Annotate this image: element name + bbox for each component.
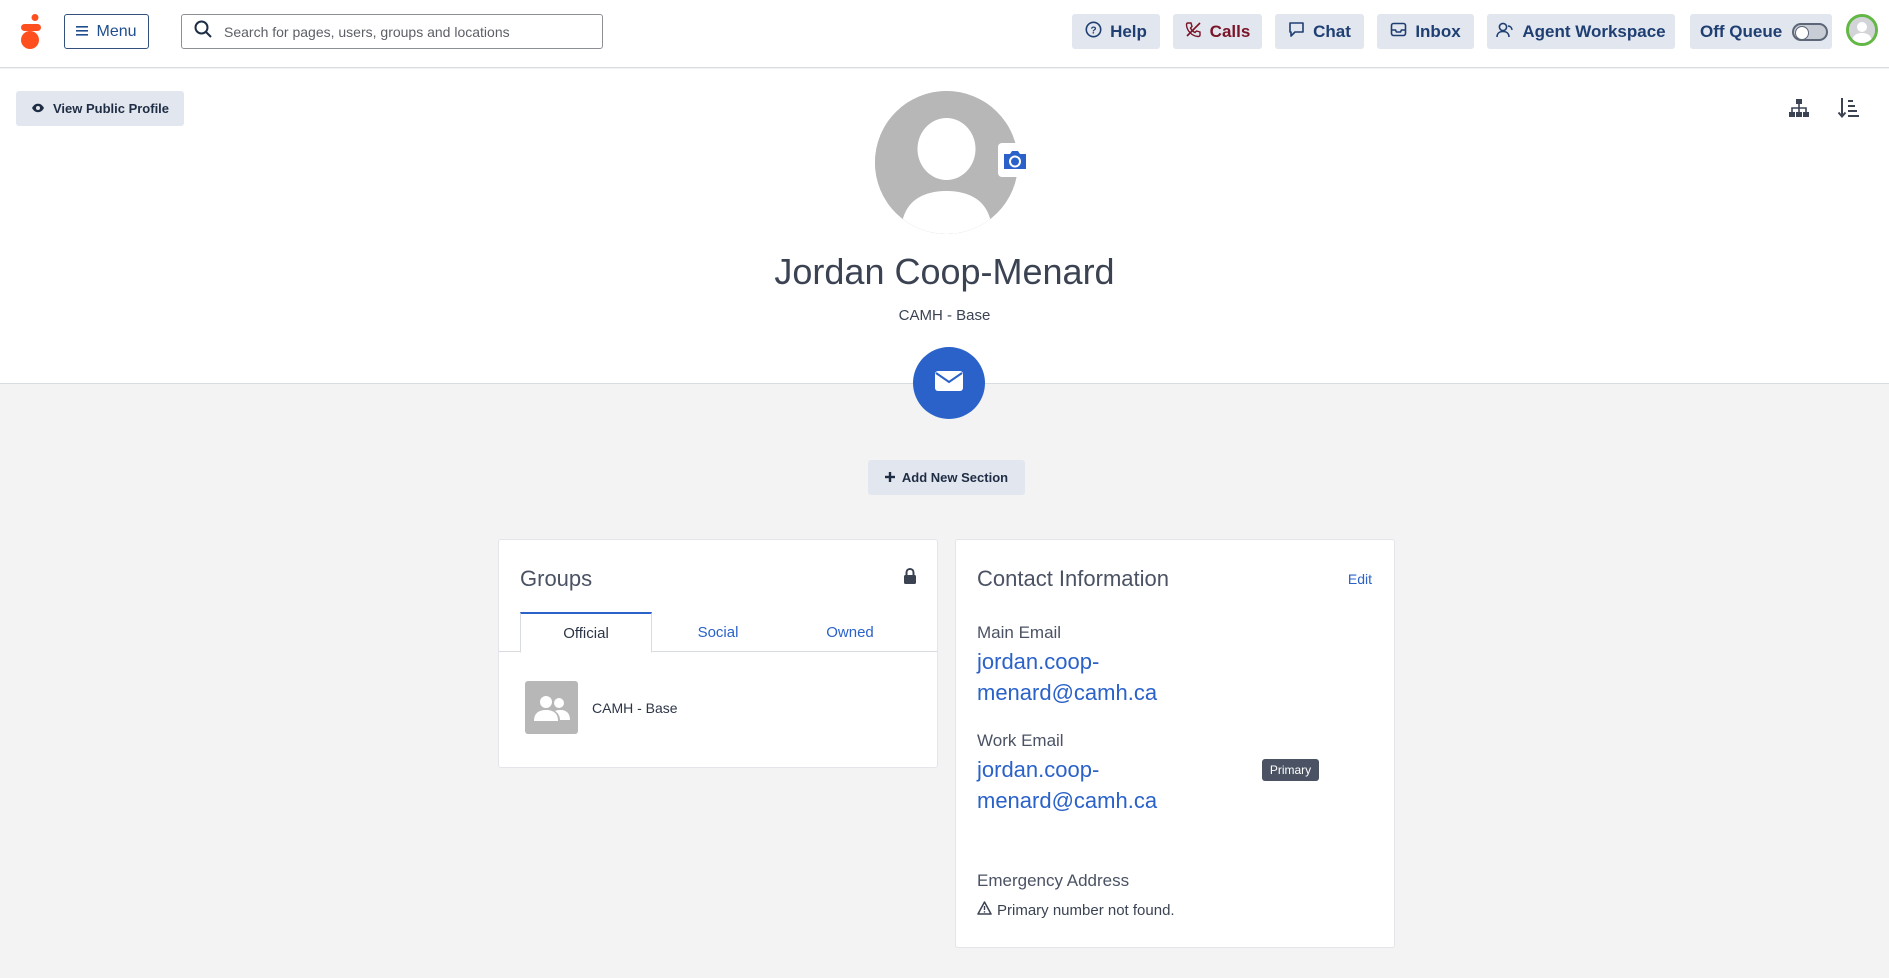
- genesys-logo-icon[interactable]: [19, 13, 43, 49]
- chat-label: Chat: [1313, 21, 1351, 41]
- search-box[interactable]: [181, 14, 603, 49]
- plus-icon: [884, 470, 895, 485]
- profile-subtitle: CAMH - Base: [898, 307, 991, 324]
- queue-toggle[interactable]: Off Queue: [1690, 14, 1832, 49]
- contact-title: Contact Information: [977, 566, 1169, 591]
- help-label: Help: [1110, 21, 1147, 41]
- top-bar: Menu ? Help Calls Chat Inbox Age: [0, 0, 1889, 68]
- list-item[interactable]: CAMH - Base: [525, 681, 678, 734]
- warning-text: Primary number not found.: [997, 901, 1175, 919]
- svg-text:?: ?: [1091, 25, 1097, 36]
- edit-link[interactable]: Edit: [1348, 571, 1372, 587]
- camera-icon[interactable]: [998, 143, 1032, 177]
- groups-title: Groups: [520, 566, 593, 591]
- emergency-warning: Primary number not found.: [977, 901, 1175, 919]
- work-email-label: Work Email: [977, 731, 1064, 750]
- inbox-label: Inbox: [1415, 21, 1461, 41]
- phone-slash-icon: [1185, 21, 1202, 43]
- work-email-link[interactable]: jordan.coop-menard@camh.ca: [977, 754, 1187, 816]
- tab-label: Owned: [826, 624, 874, 641]
- groups-tabs: Official Social Owned: [499, 612, 937, 653]
- search-icon: [194, 20, 212, 43]
- hamburger-icon: [76, 23, 89, 41]
- group-name: CAMH - Base: [592, 699, 678, 716]
- tab-owned[interactable]: Owned: [784, 612, 916, 653]
- eye-icon: [31, 101, 45, 116]
- tab-social[interactable]: Social: [652, 612, 784, 653]
- org-chart-icon[interactable]: [1784, 93, 1814, 123]
- chat-button[interactable]: Chat: [1275, 14, 1364, 49]
- email-button[interactable]: [913, 347, 985, 419]
- chat-bubble-icon: [1288, 21, 1305, 43]
- view-public-label: View Public Profile: [52, 101, 170, 116]
- tab-label: Social: [697, 624, 739, 641]
- tab-official[interactable]: Official: [520, 612, 652, 653]
- menu-label: Menu: [96, 22, 137, 40]
- group-users-icon: [525, 681, 578, 734]
- help-button[interactable]: ? Help: [1072, 14, 1160, 49]
- warning-triangle-icon: [977, 901, 992, 919]
- primary-badge: Primary: [1262, 759, 1319, 781]
- view-public-profile-button[interactable]: View Public Profile: [16, 91, 184, 126]
- queue-switch[interactable]: [1792, 22, 1829, 41]
- calls-button[interactable]: Calls: [1173, 14, 1262, 49]
- profile-header: View Public Profile Jordan Coop-Menard C…: [0, 69, 1889, 384]
- menu-button[interactable]: Menu: [64, 14, 149, 49]
- add-section-label: Add New Section: [901, 470, 1009, 485]
- calls-label: Calls: [1209, 21, 1251, 41]
- lock-icon: [903, 567, 917, 589]
- search-input[interactable]: [224, 23, 584, 40]
- contact-information-card: Contact Information Edit Main Email jord…: [955, 539, 1395, 948]
- tab-label: Official: [563, 624, 609, 642]
- profile-name: Jordan Coop-Menard: [774, 251, 1115, 292]
- sort-list-icon[interactable]: [1833, 93, 1863, 123]
- emergency-address-label: Emergency Address: [977, 871, 1130, 890]
- envelope-icon: [935, 370, 963, 396]
- user-avatar[interactable]: [1846, 14, 1878, 46]
- inbox-tray-icon: [1390, 21, 1407, 43]
- main-email-link[interactable]: jordan.coop-menard@camh.ca: [977, 646, 1187, 708]
- groups-card: Groups Official Social Owned CAMH - Base: [498, 539, 938, 768]
- question-circle-icon: ?: [1085, 21, 1102, 43]
- agent-workspace-button[interactable]: Agent Workspace: [1487, 14, 1675, 49]
- agent-workspace-label: Agent Workspace: [1522, 21, 1666, 41]
- add-new-section-button[interactable]: Add New Section: [868, 460, 1025, 495]
- agent-headset-icon: [1496, 21, 1514, 43]
- inbox-button[interactable]: Inbox: [1377, 14, 1474, 49]
- profile-avatar: [875, 91, 1018, 234]
- queue-label: Off Queue: [1700, 21, 1783, 41]
- main-email-label: Main Email: [977, 623, 1062, 642]
